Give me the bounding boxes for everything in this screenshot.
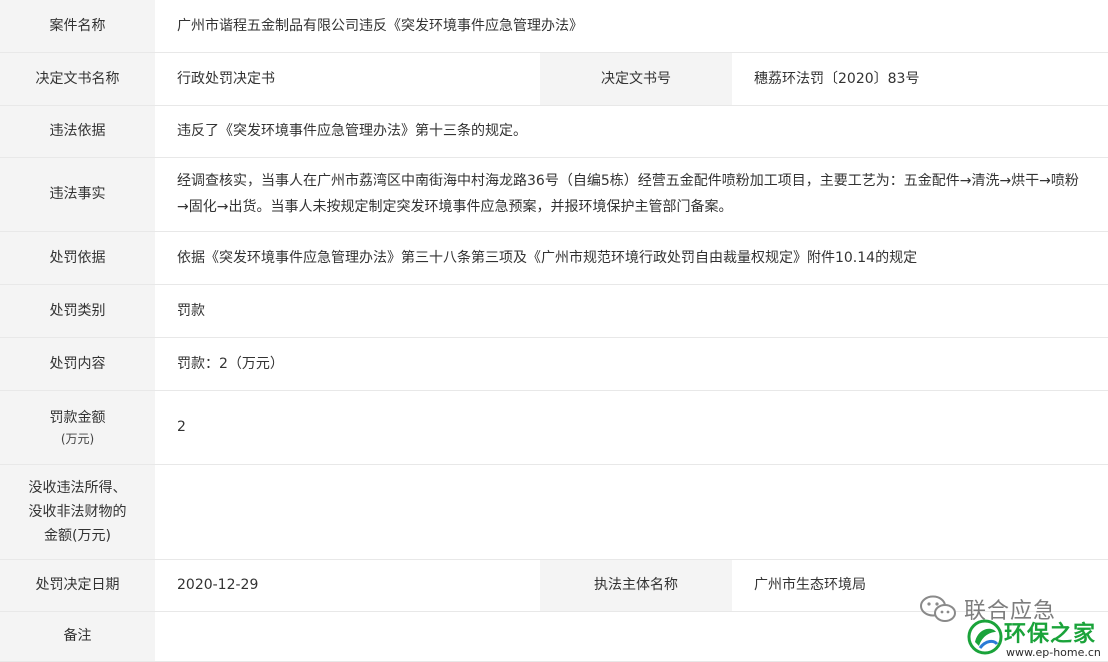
row-case-name: 案件名称 广州市谐程五金制品有限公司违反《突发环境事件应急管理办法》: [0, 0, 1108, 53]
confiscation-label: 没收违法所得、 没收非法财物的 金额(万元): [0, 464, 155, 560]
doc-no-value: 穗荔环法罚〔2020〕83号: [732, 52, 1108, 106]
row-fine-amount: 罚款金额 (万元) 2: [0, 390, 1108, 465]
penalty-basis-label: 处罚依据: [0, 231, 155, 285]
fine-label: 罚款金额 (万元): [0, 390, 155, 465]
penalty-type-value: 罚款: [155, 284, 1108, 338]
confiscation-label-line: 金额(万元): [44, 527, 111, 544]
brand-url: www.ep-home.cn: [1006, 646, 1101, 659]
penalty-content-label: 处罚内容: [0, 337, 155, 391]
confiscation-label-line: 没收非法财物的: [28, 503, 127, 520]
authority-label: 执法主体名称: [540, 559, 732, 612]
decision-date-value: 2020-12-29: [155, 559, 540, 612]
ep-home-logo-icon: [967, 619, 1003, 655]
fine-value: 2: [155, 390, 1108, 465]
doc-no-label: 决定文书号: [540, 52, 732, 106]
row-violation-basis: 违法依据 违反了《突发环境事件应急管理办法》第十三条的规定。: [0, 105, 1108, 158]
fine-label-unit: (万元): [60, 432, 95, 446]
row-penalty-content: 处罚内容 罚款：2（万元）: [0, 337, 1108, 391]
brand-name: 环保之家: [1004, 622, 1097, 647]
basis-value: 违反了《突发环境事件应急管理办法》第十三条的规定。: [155, 105, 1108, 158]
row-penalty-type: 处罚类别 罚款: [0, 284, 1108, 338]
case-name-value: 广州市谐程五金制品有限公司违反《突发环境事件应急管理办法》: [155, 0, 1108, 53]
case-name-label: 案件名称: [0, 0, 155, 53]
fine-label-main: 罚款金额: [49, 410, 106, 426]
wechat-icon: [920, 595, 956, 622]
doc-name-label: 决定文书名称: [0, 52, 155, 106]
row-confiscation: 没收违法所得、 没收非法财物的 金额(万元): [0, 464, 1108, 560]
basis-label: 违法依据: [0, 105, 155, 158]
ep-home-watermark: 环保之家 www.ep-home.cn: [966, 614, 1108, 661]
row-violation-facts: 违法事实 经调查核实，当事人在广州市荔湾区中南街海中村海龙路36号（自编5栋）经…: [0, 157, 1108, 232]
facts-label: 违法事实: [0, 157, 155, 232]
decision-date-label: 处罚决定日期: [0, 559, 155, 612]
penalty-content-value: 罚款：2（万元）: [155, 337, 1108, 391]
penalty-basis-value: 依据《突发环境事件应急管理办法》第三十八条第三项及《广州市规范环境行政处罚自由裁…: [155, 231, 1108, 285]
penalty-record-table: 案件名称 广州市谐程五金制品有限公司违反《突发环境事件应急管理办法》 决定文书名…: [0, 0, 1108, 662]
facts-value: 经调查核实，当事人在广州市荔湾区中南街海中村海龙路36号（自编5栋）经营五金配件…: [155, 157, 1108, 232]
confiscation-label-line: 没收违法所得、: [28, 479, 127, 496]
doc-name-value: 行政处罚决定书: [155, 52, 540, 106]
row-penalty-basis: 处罚依据 依据《突发环境事件应急管理办法》第三十八条第三项及《广州市规范环境行政…: [0, 231, 1108, 285]
remarks-label: 备注: [0, 611, 155, 662]
penalty-type-label: 处罚类别: [0, 284, 155, 338]
confiscation-value: [155, 464, 1108, 560]
row-document: 决定文书名称 行政处罚决定书 决定文书号 穗荔环法罚〔2020〕83号: [0, 52, 1108, 106]
